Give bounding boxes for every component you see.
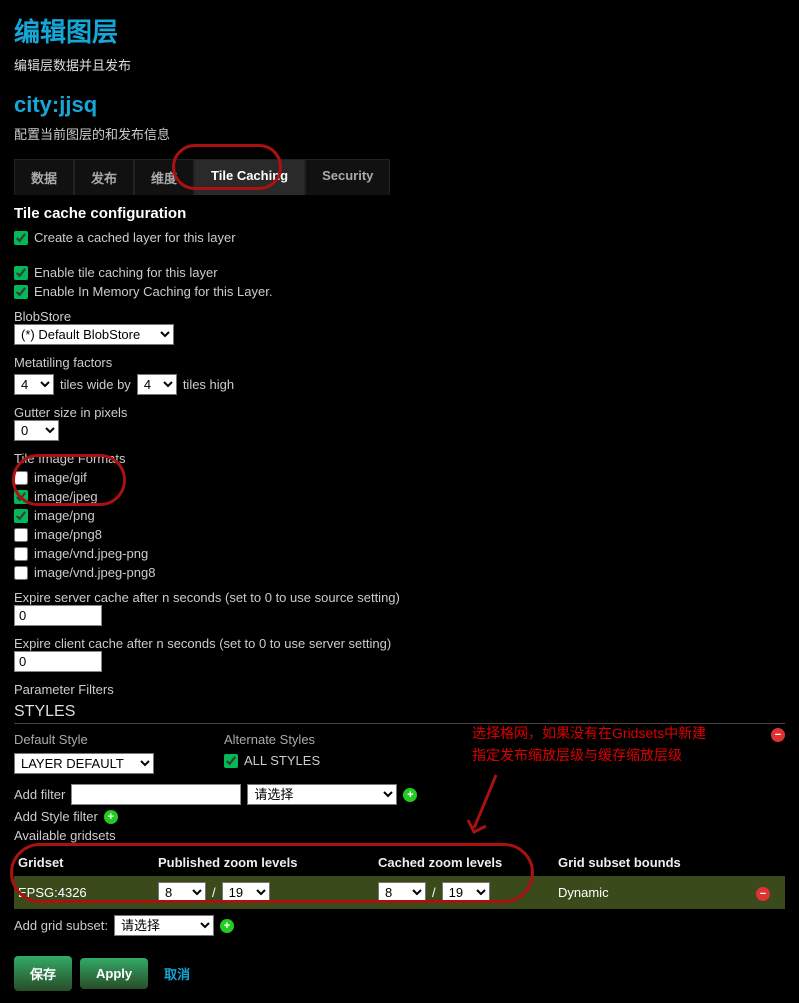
- add-filter-label: Add filter: [14, 787, 65, 802]
- checkbox-vndjpegpng8[interactable]: [14, 566, 28, 580]
- label-png: image/png: [34, 508, 95, 523]
- blobstore-select[interactable]: (*) Default BlobStore: [14, 324, 174, 345]
- label-create-cached: Create a cached layer for this layer: [34, 230, 236, 245]
- gridset-row: EPSG:4326 8 / 19 8 / 19 Dynamic −: [14, 876, 785, 909]
- checkbox-jpeg[interactable]: [14, 490, 28, 504]
- gridset-table: Gridset Published zoom levels Cached zoo…: [14, 849, 785, 909]
- gutter-select[interactable]: 0: [14, 420, 59, 441]
- checkbox-create-cached[interactable]: [14, 231, 28, 245]
- default-style-label: Default Style: [14, 732, 154, 747]
- save-button[interactable]: 保存: [14, 956, 72, 991]
- default-style-select[interactable]: LAYER DEFAULT: [14, 753, 154, 774]
- expire-server-input[interactable]: [14, 605, 102, 626]
- add-style-filter-icon[interactable]: +: [104, 810, 118, 824]
- formats-label: Tile Image Formats: [14, 451, 785, 466]
- metatile-high-select[interactable]: 4: [137, 374, 177, 395]
- checkbox-png[interactable]: [14, 509, 28, 523]
- checkbox-enable-tile[interactable]: [14, 266, 28, 280]
- gutter-label: Gutter size in pixels: [14, 405, 785, 420]
- blobstore-label: BlobStore: [14, 309, 785, 324]
- alternate-styles-label: Alternate Styles: [224, 732, 320, 747]
- tab-dimensions[interactable]: 维度: [134, 159, 194, 195]
- metatile-wide-select[interactable]: 4: [14, 374, 54, 395]
- tab-security[interactable]: Security: [305, 159, 390, 195]
- cache-min-select[interactable]: 8: [378, 882, 426, 903]
- cache-slash: /: [432, 885, 436, 900]
- label-png8: image/png8: [34, 527, 102, 542]
- metatile-wide-text: tiles wide by: [60, 377, 131, 392]
- styles-header: STYLES: [14, 703, 785, 724]
- checkbox-gif[interactable]: [14, 471, 28, 485]
- gridset-col-header: Gridset: [14, 849, 154, 876]
- pub-min-select[interactable]: 8: [158, 882, 206, 903]
- layer-desc: 配置当前图层的和发布信息: [14, 124, 785, 143]
- pub-max-select[interactable]: 19: [222, 882, 270, 903]
- layer-name: city:jjsq: [14, 92, 785, 118]
- label-vndjpegpng: image/vnd.jpeg-png: [34, 546, 148, 561]
- label-enable-tile: Enable tile caching for this layer: [34, 265, 218, 280]
- gridset-bounds: Dynamic: [554, 879, 744, 906]
- checkbox-vndjpegpng[interactable]: [14, 547, 28, 561]
- cancel-link[interactable]: 取消: [164, 964, 190, 983]
- tab-tile-caching[interactable]: Tile Caching: [194, 159, 305, 195]
- section-tile-config: Tile cache configuration: [14, 205, 785, 222]
- checkbox-png8[interactable]: [14, 528, 28, 542]
- page-title: 编辑图层: [14, 12, 785, 49]
- metatile-high-text: tiles high: [183, 377, 234, 392]
- tabs: 数据 发布 维度 Tile Caching Security: [14, 159, 785, 195]
- param-filters-label: Parameter Filters: [14, 682, 785, 697]
- add-grid-icon[interactable]: +: [220, 919, 234, 933]
- expire-client-label: Expire client cache after n seconds (set…: [14, 636, 785, 651]
- add-filter-input[interactable]: [71, 784, 241, 805]
- cached-col-header: Cached zoom levels: [374, 849, 554, 876]
- add-filter-icon[interactable]: +: [403, 788, 417, 802]
- tab-publish[interactable]: 发布: [74, 159, 134, 195]
- gridset-name: EPSG:4326: [14, 879, 154, 906]
- checkbox-enable-mem[interactable]: [14, 285, 28, 299]
- bounds-col-header: Grid subset bounds: [554, 849, 744, 876]
- add-grid-label: Add grid subset:: [14, 918, 108, 933]
- label-jpeg: image/jpeg: [34, 489, 98, 504]
- expire-client-input[interactable]: [14, 651, 102, 672]
- remove-gridset-icon[interactable]: −: [756, 887, 770, 901]
- tab-data[interactable]: 数据: [14, 159, 74, 195]
- add-style-filter-label: Add Style filter: [14, 809, 98, 824]
- apply-button[interactable]: Apply: [80, 958, 148, 989]
- pub-slash: /: [212, 885, 216, 900]
- checkbox-all-styles[interactable]: [224, 754, 238, 768]
- cache-max-select[interactable]: 19: [442, 882, 490, 903]
- label-all-styles: ALL STYLES: [244, 753, 320, 768]
- label-vndjpegpng8: image/vnd.jpeg-png8: [34, 565, 155, 580]
- available-gridsets-label: Available gridsets: [14, 828, 785, 843]
- label-enable-mem: Enable In Memory Caching for this Layer.: [34, 284, 272, 299]
- add-grid-select[interactable]: 请选择: [114, 915, 214, 936]
- label-gif: image/gif: [34, 470, 87, 485]
- add-filter-select[interactable]: 请选择: [247, 784, 397, 805]
- annotation-text: 选择格网，如果没有在Gridsets中新建 指定发布缩放层级与缓存缩放层级: [472, 722, 782, 767]
- page-subtitle: 编辑层数据并且发布: [14, 55, 785, 74]
- expire-server-label: Expire server cache after n seconds (set…: [14, 590, 785, 605]
- metatile-label: Metatiling factors: [14, 355, 785, 370]
- published-col-header: Published zoom levels: [154, 849, 374, 876]
